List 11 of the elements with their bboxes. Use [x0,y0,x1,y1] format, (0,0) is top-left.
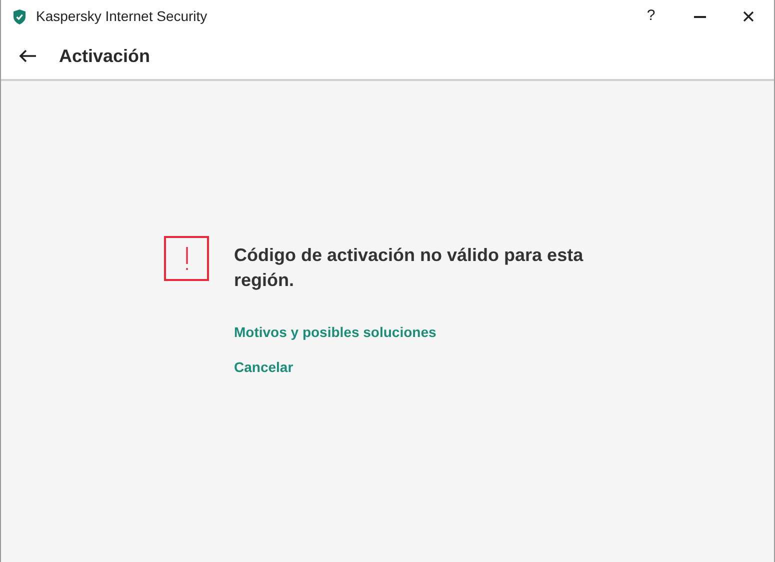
close-icon [742,11,754,22]
link[interactable]: Cancelar [234,358,294,376]
minimize-icon [694,16,706,18]
link[interactable]: Motivos y posibles soluciones [234,323,436,341]
back-arrow-icon [19,49,37,63]
error-message: Código de activación no válido para esta región. [234,244,584,292]
help-button[interactable]: ? [626,0,676,33]
warning-icon [164,236,209,281]
window-title: Kaspersky Internet Security [36,7,208,26]
shield-icon [13,8,26,24]
page-title: Activación [59,44,150,68]
